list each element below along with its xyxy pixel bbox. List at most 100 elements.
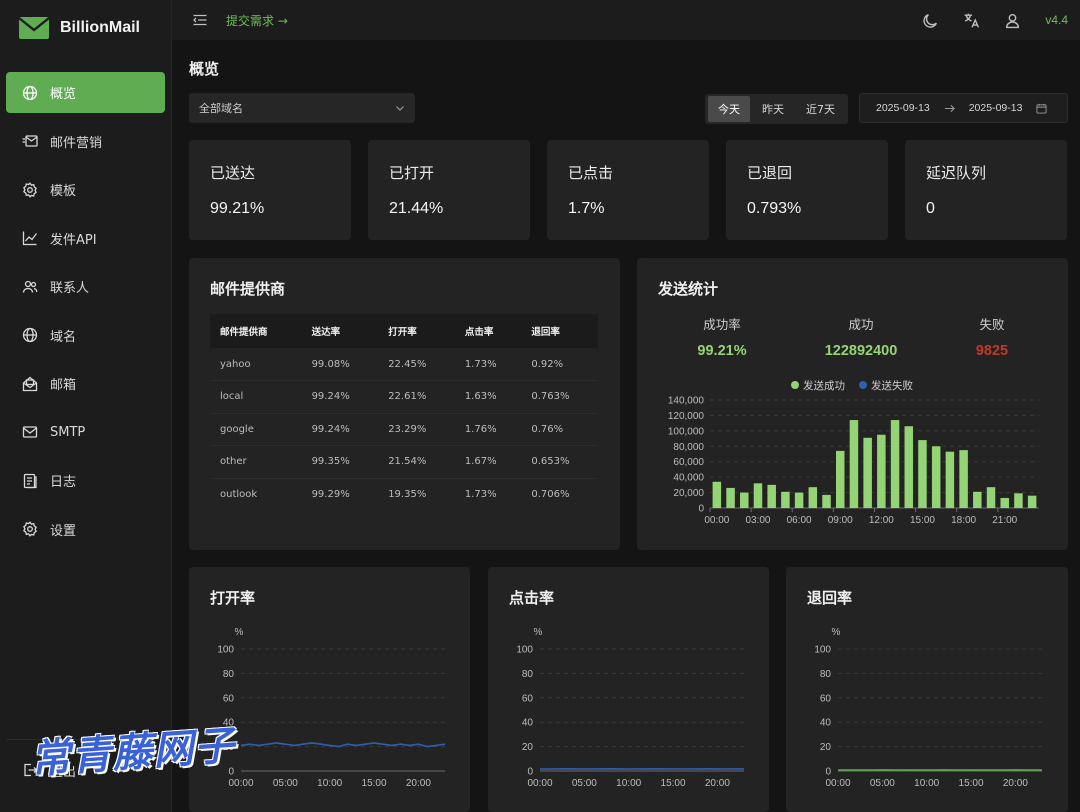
tab-today[interactable]: 今天	[708, 96, 750, 122]
tab-last-7-days[interactable]: 近7天	[796, 96, 845, 122]
logout-button[interactable]: 退出	[6, 750, 165, 791]
y-tick-label: 20	[522, 742, 534, 753]
success-count-summary: 成功 122892400	[811, 314, 911, 359]
submit-request-link[interactable]: 提交需求 →	[226, 12, 288, 29]
bar	[808, 487, 818, 508]
table-row: local 99.24% 22.61% 1.63% 0.763%	[210, 380, 598, 414]
range-tabs: 今天 昨天 近7天	[705, 94, 848, 124]
translate-icon[interactable]	[963, 12, 980, 29]
y-tick-label: 40	[820, 718, 832, 729]
y-tick-label: 60,000	[673, 457, 704, 468]
sidebar-item-settings[interactable]: 设置	[6, 509, 165, 550]
table-cell: yahoo	[210, 348, 302, 381]
sidebar-item-label: 概览	[50, 87, 77, 102]
bar	[1014, 493, 1023, 508]
x-tick-label: 10:00	[914, 778, 939, 789]
bar	[849, 420, 859, 508]
bar	[822, 494, 831, 508]
moon-icon[interactable]	[922, 12, 939, 29]
sidebar-item-domains[interactable]: 域名	[6, 315, 165, 356]
tab-yesterday[interactable]: 昨天	[752, 96, 794, 122]
collapse-menu-icon[interactable]	[192, 12, 208, 28]
stat-label: 已打开	[389, 164, 435, 182]
bar	[712, 481, 722, 508]
table-cell: 0.76%	[521, 413, 598, 446]
sidebar-item-logs[interactable]: 日志	[6, 460, 165, 501]
y-tick-label: 40	[223, 718, 235, 729]
y-tick-label: 20	[820, 742, 832, 753]
x-tick-label: 15:00	[661, 778, 686, 789]
success-rate-summary: 成功率 99.21%	[672, 314, 772, 359]
legend-label: 发送失败	[871, 379, 913, 392]
topbar: 提交需求 → v4.4	[172, 0, 1080, 40]
sidebar-item-label: 模板	[50, 184, 77, 199]
table-cell: local	[210, 380, 302, 414]
y-tick-label: 60	[522, 693, 534, 704]
column-header: 打开率	[378, 314, 455, 348]
table-row: google 99.24% 23.29% 1.76% 0.76%	[210, 413, 598, 446]
sidebar-item-mailbox[interactable]: 邮箱	[6, 363, 165, 404]
envelope-logo-icon	[18, 17, 50, 39]
x-tick-label: 15:00	[362, 778, 387, 789]
y-tick-label: 80	[522, 669, 534, 680]
bar	[973, 491, 982, 508]
y-tick-label: 40	[522, 718, 534, 729]
x-tick-label: 21:00	[992, 515, 1017, 526]
open-rate-line-chart: % 0 20 40 60 80 100 00:00 05:00 10:00 15:00 20:00	[217, 627, 446, 789]
stat-label: 已退回	[747, 164, 793, 182]
y-axis-unit: %	[534, 627, 543, 638]
column-header: 点击率	[454, 314, 522, 348]
sidebar-item-smtp[interactable]: SMTP	[6, 412, 165, 453]
sidebar-item-label: 联系人	[50, 281, 90, 296]
x-tick-label: 06:00	[787, 515, 812, 526]
bar	[835, 450, 845, 508]
y-tick-label: 60	[820, 693, 832, 704]
series-line	[240, 742, 446, 748]
y-tick-label: 100	[516, 645, 533, 656]
gear-icon	[23, 521, 37, 537]
open-rate-title: 打开率	[210, 589, 256, 607]
column-header: 送达率	[301, 314, 379, 348]
column-header: 邮件提供商	[210, 314, 302, 348]
table-cell: 99.24%	[301, 380, 379, 414]
summary-label: 成功率	[703, 317, 741, 332]
user-icon[interactable]	[1004, 12, 1021, 29]
bar	[986, 487, 996, 508]
stat-value: 0	[926, 200, 935, 217]
table-cell: 1.63%	[454, 380, 522, 414]
x-tick-label: 05:00	[870, 778, 895, 789]
x-tick-label: 00:00	[527, 778, 552, 789]
sidebar-item-send-api[interactable]: 发件API	[6, 218, 165, 259]
sidebar-item-marketing[interactable]: 邮件营销	[6, 121, 165, 162]
y-tick-label: 0	[228, 767, 234, 778]
app-logo[interactable]: BillionMail	[0, 0, 171, 56]
bounce-rate-line-chart: % 0 20 40 60 80 100 00:00 05:00 10:00 15:00 20:00	[814, 627, 1042, 789]
table-cell: outlook	[220, 489, 258, 500]
date-range-picker[interactable]: 2025-09-13 2025-09-13	[859, 93, 1068, 123]
sidebar-item-templates[interactable]: 模板	[6, 169, 165, 210]
send-stats-bar-chart: 发送成功 发送失败 0 20,000 40,000 60,000 80,000 100,000…	[668, 379, 1039, 526]
send-stats-title: 发送统计	[658, 280, 719, 298]
fail-count-value: 9825	[975, 343, 1009, 359]
domain-select[interactable]: 全部域名	[189, 93, 415, 123]
table-cell: 22.61%	[378, 380, 455, 414]
provider-panel-title: 邮件提供商	[210, 280, 286, 298]
y-tick-label: 20	[223, 742, 235, 753]
sidebar-item-label: 设置	[50, 523, 77, 539]
date-end: 2025-09-13	[968, 102, 1023, 114]
table-cell: 21.54%	[378, 445, 455, 479]
contacts-icon	[22, 280, 38, 293]
send-stats-panel: 发送统计 成功率 99.21% 成功 122892400 失败 9825 发送成…	[637, 258, 1068, 550]
y-axis-unit: %	[832, 627, 841, 638]
bar	[959, 450, 968, 508]
y-tick-label: 40,000	[673, 473, 704, 484]
sidebar-item-contacts[interactable]: 联系人	[6, 266, 165, 307]
y-tick-label: 0	[825, 767, 831, 778]
sidebar-item-overview[interactable]: 概览	[6, 72, 165, 113]
table-cell: google	[210, 413, 302, 446]
stat-value: 1.7%	[568, 200, 605, 217]
table-cell: 99.35%	[301, 445, 379, 479]
bounce-rate-panel: 退回率 % 0 20 40 60 80 100 00:00 05:00 10:00 15:00 20:…	[786, 567, 1068, 812]
stat-value: 21.44%	[389, 200, 444, 217]
table-cell: 1.73%	[454, 348, 522, 381]
